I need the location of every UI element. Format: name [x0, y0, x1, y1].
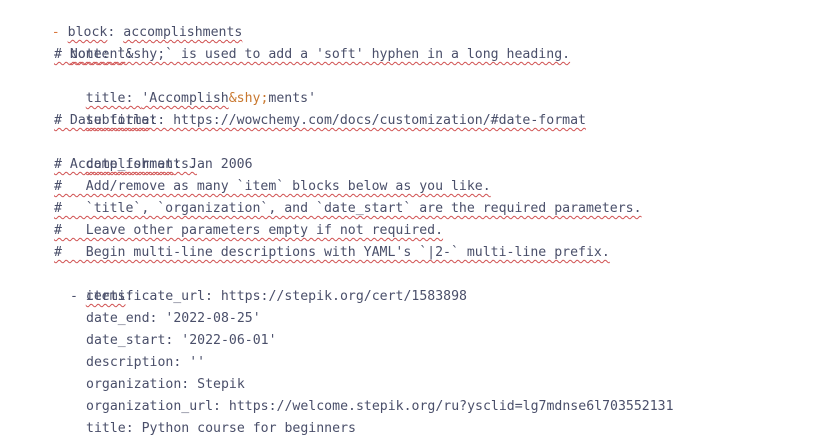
- code-line-items: items:: [54, 264, 134, 304]
- code-comment-add-remove: # Add/remove as many `item` blocks below…: [54, 179, 491, 194]
- code-line-certificate-url: - certificate_url: https://stepik.org/ce…: [70, 289, 467, 304]
- code-comment-leave-empty: # Leave other parameters empty if not re…: [54, 223, 444, 238]
- code-comment-date-format: # Date format: https://wowchemy.com/docs…: [54, 113, 586, 128]
- html-entity-shy: &shy;: [228, 91, 269, 106]
- code-line-block: - block: accomplishments: [20, 0, 243, 40]
- code-line-title: title: 'Accomplish&shy;ments': [54, 66, 316, 106]
- code-comment-accomplishments: # Accomplishments.: [54, 157, 197, 172]
- code-line-date-end: date_end: '2022-08-25': [86, 311, 261, 326]
- yaml-value-accomplishments: accomplishments: [123, 25, 243, 40]
- code-comment-note: # Note: `&shy;` is used to add a 'soft' …: [54, 47, 571, 62]
- yaml-value-date-format: Jan 2006: [189, 157, 253, 172]
- code-line-organization-url: organization_url: https://welcome.stepik…: [86, 399, 674, 414]
- code-line-title-value: title: Python course for beginners: [86, 421, 356, 436]
- code-line-date-start: date_start: '2022-06-01': [86, 333, 277, 348]
- code-comment-multiline: # Begin multi-line descriptions with YAM…: [54, 245, 610, 260]
- code-line-content: content:: [38, 22, 134, 62]
- code-line-organization: organization: Stepik: [86, 377, 245, 392]
- yaml-editor[interactable]: - block: accomplishments content: # Note…: [0, 0, 837, 445]
- code-line-date-format: date_format: Jan 2006: [54, 132, 253, 172]
- yaml-value-title-part2: ments': [268, 91, 317, 106]
- code-comment-required-params: # `title`, `organization`, and `date_sta…: [54, 201, 642, 216]
- code-line-subtitle: subtitle:: [54, 88, 157, 128]
- code-line-description: description: '': [86, 355, 206, 370]
